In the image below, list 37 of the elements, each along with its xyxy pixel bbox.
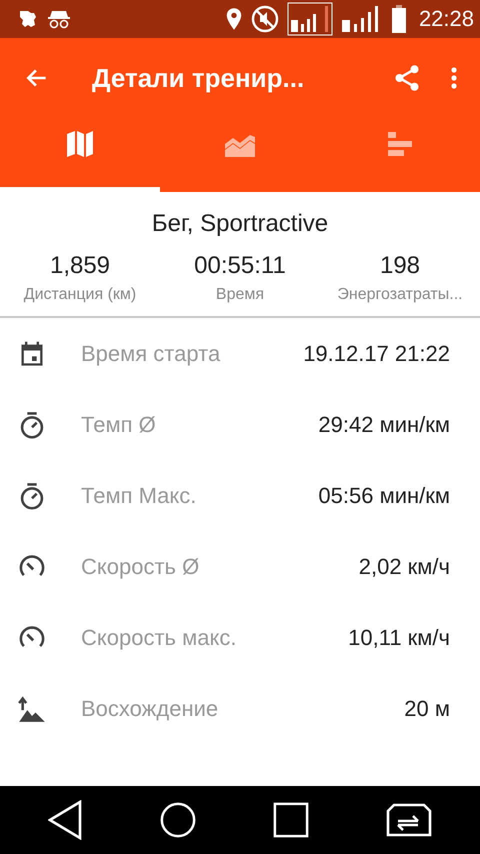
- clock: 22:28: [418, 6, 474, 32]
- detail-value: 2,02 км/ч: [358, 554, 450, 580]
- activity-title: Бег, Sportractive: [152, 210, 328, 238]
- map-icon: [65, 130, 95, 158]
- screen-title: Детали тренир...: [92, 62, 306, 94]
- incognito-icon: [46, 9, 72, 29]
- stopwatch-icon: [18, 482, 46, 510]
- detail-value: 20 м: [404, 696, 450, 722]
- detail-value: 10,11 км/ч: [348, 624, 450, 650]
- mute-icon: [250, 5, 279, 33]
- more-options-icon: [450, 65, 458, 91]
- detail-label: Восхождение: [81, 696, 220, 722]
- detail-label: Время старта: [81, 340, 222, 366]
- stat-label: Дистанция (км): [24, 286, 136, 304]
- stat-value: 1,859: [50, 252, 110, 280]
- battery-icon: [390, 5, 407, 33]
- sim-switch-icon: [386, 803, 432, 837]
- stat-value: 00:55:11: [194, 252, 286, 280]
- map-icon: [18, 9, 38, 29]
- stopwatch-icon: [18, 410, 46, 438]
- detail-value: 19.12.17 21:22: [303, 340, 450, 366]
- stat-label: Время: [216, 286, 264, 304]
- bar-chart-icon: [387, 130, 413, 158]
- recent-apps-icon: [273, 802, 310, 838]
- home-icon: [158, 801, 197, 839]
- detail-label: Скорость макс.: [81, 624, 238, 650]
- detail-label: Скорость Ø: [81, 554, 200, 580]
- signal-icon: [286, 2, 333, 36]
- location-icon: [224, 7, 243, 31]
- stat-value: 198: [380, 252, 420, 280]
- detail-label: Темп Ø: [81, 412, 157, 438]
- mountain-ascent-icon: [18, 694, 46, 722]
- back-icon: [48, 800, 82, 840]
- detail-value: 29:42 мин/км: [318, 412, 450, 438]
- detail-value: 05:56 мин/км: [318, 482, 450, 508]
- stat-label: Энергозатраты...: [337, 286, 463, 304]
- detail-label: Темп Макс.: [81, 482, 198, 508]
